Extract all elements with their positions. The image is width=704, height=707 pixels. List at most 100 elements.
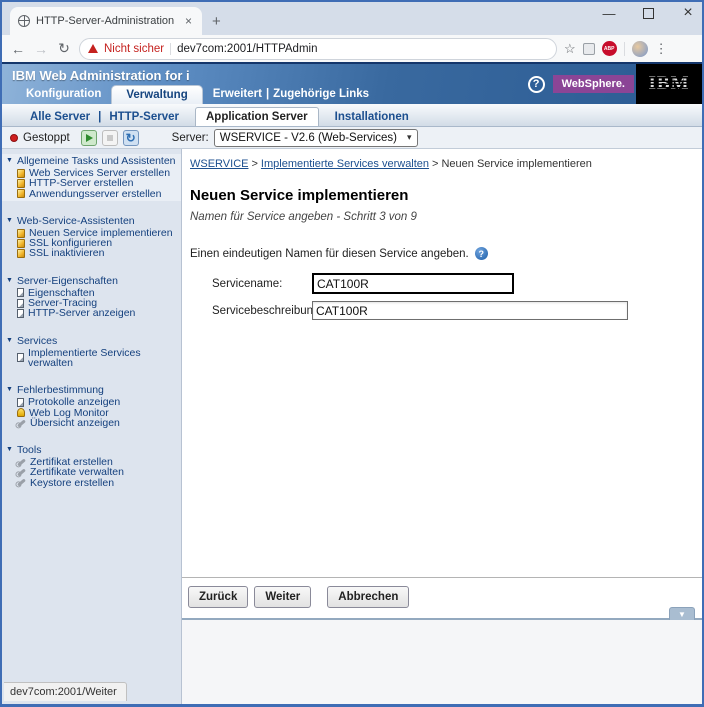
- sidebar-section-allgemeine-tasks: ▼ Allgemeine Tasks und Assistenten Web S…: [2, 154, 181, 201]
- section-title: Tools: [16, 444, 42, 457]
- subnav-installationen[interactable]: Installationen: [329, 108, 415, 126]
- instruction-text: Einen eindeutigen Namen für diesen Servi…: [190, 247, 469, 260]
- collapse-panel-button[interactable]: ▼: [669, 607, 695, 620]
- wrench-icon: [17, 478, 26, 487]
- maximize-button[interactable]: [643, 7, 654, 19]
- adblock-icon[interactable]: ABP: [601, 41, 617, 56]
- subnav: Alle Server | HTTP-Server Application Se…: [2, 104, 702, 127]
- document-icon: [17, 397, 24, 407]
- help-icon[interactable]: ?: [527, 75, 545, 93]
- section-header[interactable]: ▼ Server-Eigenschaften: [2, 274, 181, 287]
- collapse-triangle-icon: ▼: [6, 157, 13, 164]
- sidebar-item-label: SSL inaktivieren: [29, 247, 105, 260]
- wrench-icon: [17, 418, 26, 428]
- profile-avatar[interactable]: [631, 40, 648, 57]
- server-select[interactable]: WSERVICE - V2.6 (Web-Services) ▾: [213, 128, 418, 147]
- chevron-down-icon: ▼: [678, 609, 686, 619]
- sidebar-section-server-eigenschaften: ▼ Server-Eigenschaften Eigenschaften Ser…: [2, 274, 181, 321]
- sidebar-item-http-server-anzeigen[interactable]: HTTP-Server anzeigen: [2, 308, 181, 319]
- subnav-divider: |: [98, 111, 102, 123]
- tab-erweitert[interactable]: Erweitert: [203, 85, 264, 104]
- subnav-alle-server[interactable]: Alle Server: [24, 108, 96, 126]
- browser-window: HTTP-Server-Administration auf D × + — ×…: [0, 0, 704, 707]
- tab-konfiguration[interactable]: Konfiguration: [16, 85, 111, 104]
- section-title: Allgemeine Tasks und Assistenten: [16, 155, 176, 167]
- sidebar-section-web-service-assistenten: ▼ Web-Service-Assistenten Neuen Service …: [2, 214, 181, 261]
- ibm-logo: IBM: [636, 64, 702, 104]
- content-footer: [182, 618, 702, 704]
- stop-server-button[interactable]: [101, 129, 118, 146]
- server-status-label: Gestoppt: [23, 131, 70, 144]
- sidebar-item-keystore-erstellen[interactable]: Keystore erstellen: [2, 476, 181, 489]
- sidebar-item-ssl-inaktivieren[interactable]: SSL inaktivieren: [2, 247, 181, 260]
- back-button[interactable]: Zurück: [188, 586, 249, 608]
- next-button[interactable]: Weiter: [254, 586, 312, 608]
- bell-icon: [17, 408, 25, 418]
- start-server-button[interactable]: [80, 129, 97, 146]
- document-icon: [17, 309, 24, 319]
- section-header[interactable]: ▼ Allgemeine Tasks und Assistenten: [2, 155, 181, 167]
- wizard-icon: [17, 178, 25, 188]
- browser-tab[interactable]: HTTP-Server-Administration auf D ×: [10, 7, 202, 35]
- page-title: Neuen Service implementieren: [190, 187, 409, 204]
- document-icon: [17, 353, 24, 363]
- cancel-button[interactable]: Abbrechen: [327, 586, 410, 608]
- sidebar-section-services: ▼ Services Implementierte Services verwa…: [2, 334, 181, 371]
- toolbar-divider: [623, 41, 625, 56]
- stopped-status-icon: [10, 133, 18, 142]
- new-tab-button[interactable]: +: [212, 13, 221, 30]
- field-help-icon[interactable]: ?: [474, 247, 488, 260]
- extension-cube-icon[interactable]: [582, 42, 595, 55]
- reload-icon[interactable]: ↻: [56, 40, 72, 57]
- play-icon: [86, 133, 94, 142]
- browser-menu-icon[interactable]: ⋮: [655, 41, 668, 57]
- subnav-application-server[interactable]: Application Server: [195, 107, 319, 126]
- subnav-http-server[interactable]: HTTP-Server: [103, 108, 185, 126]
- breadcrumb-implementierte-services[interactable]: Implementierte Services verwalten: [261, 158, 429, 170]
- sidebar-item-uebersicht-anzeigen[interactable]: Übersicht anzeigen: [2, 417, 181, 428]
- link-status-bubble: dev7com:2001/Weiter: [4, 682, 127, 701]
- tab-zugehoerige-links[interactable]: Zugehörige Links: [271, 85, 379, 104]
- wizard-icon: [17, 189, 25, 199]
- refresh-server-button[interactable]: ↻: [122, 129, 139, 146]
- servicebeschreibung-input[interactable]: [312, 301, 628, 320]
- sidebar-item-label: Implementierte Services verwalten: [28, 346, 141, 369]
- document-icon: [17, 298, 24, 308]
- section-header[interactable]: ▼ Services: [2, 335, 181, 346]
- forward-icon[interactable]: →: [33, 41, 49, 57]
- instruction-row: Einen eindeutigen Namen für diesen Servi…: [190, 247, 692, 260]
- content-main: WSERVICE > Implementierte Services verwalt…: [182, 149, 702, 577]
- servicename-input[interactable]: [312, 273, 514, 294]
- section-header[interactable]: ▼ Fehlerbestimmung: [2, 385, 181, 396]
- collapse-triangle-icon: ▼: [6, 216, 13, 224]
- sidebar-item-label: Keystore erstellen: [30, 476, 115, 489]
- tab-verwaltung[interactable]: Verwaltung: [111, 85, 203, 104]
- sidebar: ▼ Allgemeine Tasks und Assistenten Web S…: [2, 149, 182, 704]
- sidebar-item-anwendungsserver-erstellen[interactable]: Anwendungsserver erstellen: [2, 188, 181, 199]
- section-header[interactable]: ▼ Web-Service-Assistenten: [2, 214, 181, 227]
- document-icon: [17, 288, 24, 298]
- minimize-button[interactable]: —: [601, 6, 617, 21]
- address-bar[interactable]: Nicht sicher dev7com:2001/HTTPAdmin: [79, 37, 557, 60]
- sidebar-item-implementierte-services-verwalten[interactable]: Implementierte Services verwalten: [2, 348, 181, 369]
- chip-divider: [170, 42, 172, 55]
- servicename-row: Servicename:: [212, 273, 692, 294]
- close-button[interactable]: ×: [680, 4, 696, 22]
- url-text[interactable]: dev7com:2001/HTTPAdmin: [177, 43, 548, 55]
- wizard-icon: [17, 228, 25, 238]
- tab-close-icon[interactable]: ×: [183, 14, 194, 28]
- section-header[interactable]: ▼ Tools: [2, 444, 181, 457]
- websphere-badge: WebSphere.: [552, 75, 634, 93]
- security-chip[interactable]: Nicht sicher: [104, 43, 164, 55]
- section-title: Web-Service-Assistenten: [16, 214, 135, 227]
- ibm-header: IBM Web Administration for i Konfigurati…: [2, 62, 702, 104]
- section-title: Server-Eigenschaften: [16, 274, 118, 287]
- stop-icon: [106, 134, 113, 141]
- main-content: WSERVICE > Implementierte Services verwalt…: [182, 149, 702, 704]
- back-icon[interactable]: ←: [10, 41, 26, 57]
- window-controls: — ×: [601, 4, 696, 22]
- app-body: ▼ Allgemeine Tasks und Assistenten Web S…: [2, 149, 702, 704]
- servicebeschreibung-label: Servicebeschreibung:: [212, 304, 323, 317]
- bookmark-star-icon[interactable]: ☆: [564, 41, 576, 57]
- breadcrumb-wservice[interactable]: WSERVICE: [190, 158, 248, 170]
